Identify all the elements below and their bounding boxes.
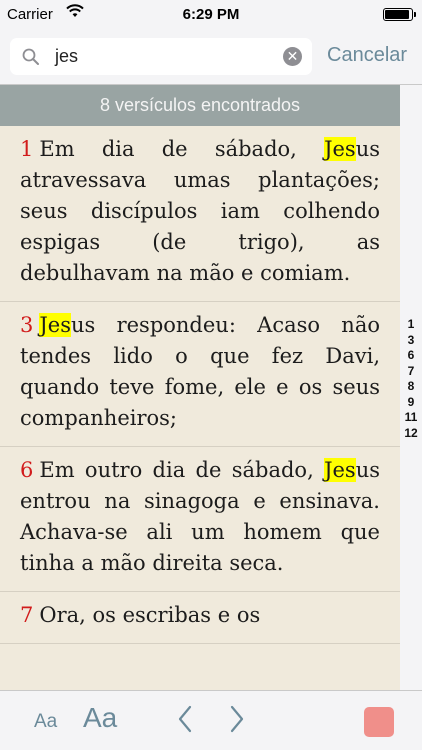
increase-font-button[interactable]: Aa: [83, 702, 117, 734]
cancel-button[interactable]: Cancelar: [327, 44, 407, 67]
index-item[interactable]: 3: [400, 333, 422, 349]
index-item[interactable]: 11: [400, 410, 422, 426]
verse-index-list[interactable]: 1 3 6 7 8 9 11 12: [400, 317, 422, 441]
verse-text: Em dia de sábado,: [39, 137, 325, 161]
verse-item[interactable]: 1 Em dia de sábado, Jesus atravessava uma…: [0, 126, 400, 302]
index-item[interactable]: 9: [400, 395, 422, 411]
verse-results-list[interactable]: 1 Em dia de sábado, Jesus atravessava uma…: [0, 126, 400, 690]
index-header-spacer: [400, 85, 422, 126]
index-item[interactable]: 8: [400, 379, 422, 395]
results-count-banner: 8 versículos encontrados: [0, 85, 400, 126]
search-query[interactable]: jes: [55, 46, 78, 67]
clock: 6:29 PM: [182, 6, 240, 23]
verse-text: Ora, os escribas e os: [39, 603, 261, 627]
index-item[interactable]: 1: [400, 317, 422, 333]
verse-item[interactable]: 6 Em outro dia de sábado, Jesus entrou na…: [0, 447, 400, 592]
chevron-right-icon[interactable]: [224, 703, 250, 735]
search-input[interactable]: jes ✕: [10, 38, 312, 75]
index-item[interactable]: 6: [400, 348, 422, 364]
search-bar: jes ✕ Cancelar: [0, 30, 422, 85]
battery-icon: [383, 8, 416, 21]
status-bar: Carrier 6:29 PM: [0, 0, 422, 30]
verse-item[interactable]: 7 Ora, os escribas e os: [0, 592, 400, 644]
verse-number: 7: [20, 603, 34, 627]
index-item[interactable]: 12: [400, 426, 422, 442]
search-highlight: Jes: [324, 137, 356, 161]
verse-number: 6: [20, 458, 34, 482]
verse-item[interactable]: 3 Jesus respondeu: Acaso não tendes lido …: [0, 302, 400, 447]
highlight-color-button[interactable]: [364, 707, 394, 737]
verse-number: 1: [20, 137, 34, 161]
search-highlight: Jes: [39, 313, 71, 337]
chevron-left-icon[interactable]: [172, 703, 198, 735]
index-item[interactable]: 7: [400, 364, 422, 380]
clear-icon[interactable]: ✕: [283, 47, 302, 66]
decrease-font-button[interactable]: Aa: [34, 711, 57, 733]
verse-text: Em outro dia de sábado,: [39, 458, 325, 482]
search-icon: [22, 48, 39, 65]
verse-text: us respondeu: Acaso não tendes lido o qu…: [20, 313, 380, 430]
verse-number: 3: [20, 313, 34, 337]
bottom-toolbar: Aa Aa: [0, 690, 422, 750]
search-highlight: Jes: [324, 458, 356, 482]
